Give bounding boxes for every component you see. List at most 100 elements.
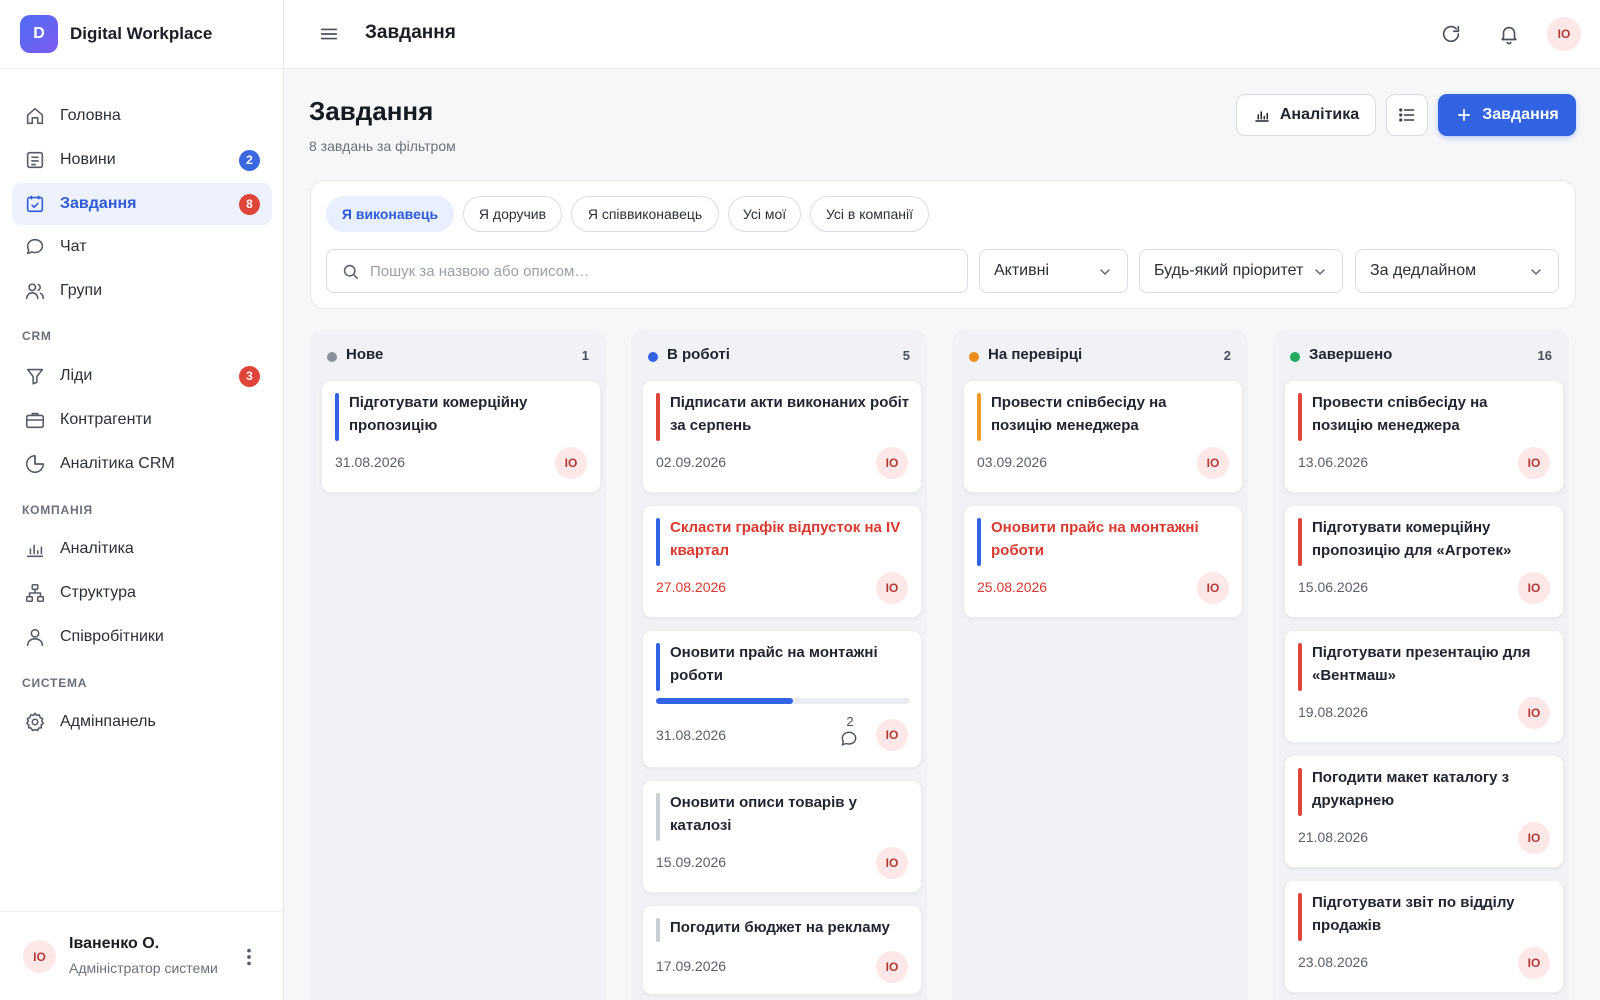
task-card[interactable]: Оновити описи товарів у каталозі 15.09.2… (642, 780, 922, 893)
task-card[interactable]: Провести співбесіду на позицію менеджера… (1284, 380, 1564, 493)
filter-chip-co-assignee[interactable]: Я співвиконавець (571, 196, 719, 232)
structure-icon (24, 582, 46, 604)
tasks-count-badge: 8 (239, 193, 260, 215)
news-count-badge: 2 (239, 149, 260, 171)
avatar: ІО (876, 951, 908, 983)
search-icon (341, 262, 360, 281)
task-deadline: 02.09.2026 (656, 454, 727, 470)
topbar-title: Завдання (365, 22, 456, 43)
priority-bar (1298, 518, 1302, 566)
progress-fill (656, 698, 794, 704)
priority-bar (656, 793, 660, 841)
status-dot (1290, 352, 1300, 362)
bell-icon[interactable] (1498, 23, 1520, 45)
search-input[interactable] (370, 262, 950, 280)
task-deadline: 19.08.2026 (1298, 704, 1369, 720)
avatar: ІО (1518, 822, 1550, 854)
priority-bar (1298, 393, 1302, 441)
column-count: 1 (581, 348, 589, 363)
sidebar-item-employees[interactable]: Співробітники (12, 616, 272, 658)
chevron-down-icon (1528, 264, 1544, 280)
brand-logo: D (20, 15, 58, 53)
sidebar-item-structure[interactable]: Структура (12, 572, 272, 614)
brand-name: Digital Workplace (70, 24, 213, 43)
section-company: КОМПАНІЯ (22, 503, 93, 517)
task-deadline: 15.06.2026 (1298, 579, 1369, 595)
avatar: ІО (876, 719, 908, 751)
filter-chip-all-company[interactable]: Усі в компанії (810, 196, 929, 232)
section-system: СИСТЕМА (22, 676, 88, 690)
task-title: Скласти графік відпусток на IV квартал (670, 519, 901, 559)
task-deadline: 15.09.2026 (656, 854, 727, 870)
sidebar-item-label: Чат (60, 238, 87, 255)
task-card[interactable]: Погодити макет каталогу з друкарнею 21.0… (1284, 755, 1564, 868)
task-card[interactable]: Погодити бюджет на рекламу 17.09.2026 ІО (642, 905, 922, 995)
sidebar-item-contractors[interactable]: Контрагенти (12, 399, 272, 441)
task-card[interactable]: Підготувати комерційну пропозицію для «А… (1284, 505, 1564, 618)
task-title: Підготувати звіт по відділу продажів (1312, 894, 1515, 934)
avatar: ІО (1518, 447, 1550, 479)
more-vertical-icon[interactable] (238, 946, 260, 968)
avatar: ІО (876, 572, 908, 604)
sidebar-item-crm-analytics[interactable]: Аналітика CRM (12, 443, 272, 485)
view-toggle-button[interactable] (1386, 94, 1428, 136)
tasks-icon (24, 193, 46, 215)
task-card[interactable]: Підготувати комерційну пропозицію 31.08.… (321, 380, 601, 493)
task-deadline: 31.08.2026 (335, 454, 406, 470)
filter-chip-all-mine[interactable]: Усі мої (728, 196, 801, 232)
task-deadline: 13.06.2026 (1298, 454, 1369, 470)
task-card[interactable]: Оновити прайс на монтажні роботи 25.08.2… (963, 505, 1243, 618)
column-title: На перевірці (988, 346, 1083, 363)
sidebar-item-label: Новини (60, 151, 116, 168)
filter-chip-assigned-by-me[interactable]: Я доручив (463, 196, 562, 232)
sidebar-item-admin[interactable]: Адмінпанель (12, 701, 272, 743)
task-card[interactable]: Підготувати презентацію для «Вентмаш» 19… (1284, 630, 1564, 743)
refresh-icon[interactable] (1440, 23, 1462, 45)
task-card[interactable]: Скласти графік відпусток на IV квартал 2… (642, 505, 922, 618)
task-card[interactable]: Оновити прайс на монтажні роботи 31.08.2… (642, 630, 922, 768)
filter-chip-assignee[interactable]: Я виконавець (326, 196, 454, 232)
column-new: Нове 1 Підготувати комерційну пропозицію… (310, 330, 606, 1000)
task-card[interactable]: Підписати акти виконаних робіт за серпен… (642, 380, 922, 493)
analytics-button[interactable]: Аналітика (1236, 94, 1376, 136)
column-header: На перевірці 2 (952, 330, 1248, 374)
brand[interactable]: D Digital Workplace (0, 0, 283, 69)
column-header: В роботі 5 (631, 330, 927, 374)
priority-select[interactable]: Будь-який пріоритет (1139, 249, 1343, 293)
priority-bar (656, 393, 660, 441)
task-title: Оновити описи товарів у каталозі (670, 794, 857, 834)
column-header: Нове 1 (310, 330, 606, 374)
sidebar-item-leads[interactable]: Ліди 3 (12, 355, 272, 397)
task-deadline: 25.08.2026 (977, 579, 1048, 595)
sidebar-item-tasks[interactable]: Завдання 8 (12, 183, 272, 225)
task-card[interactable]: Підготувати звіт по відділу продажів 23.… (1284, 880, 1564, 993)
chevron-down-icon (1097, 264, 1113, 280)
task-card[interactable]: Провести співбесіду на позицію менеджера… (963, 380, 1243, 493)
column-title: В роботі (667, 346, 730, 363)
priority-select-value: Будь-який пріоритет (1154, 262, 1304, 279)
sidebar-item-chat[interactable]: Чат (12, 226, 272, 268)
progress-bar (656, 698, 910, 704)
chevron-down-icon (1312, 264, 1328, 280)
comments-indicator[interactable]: 2 (839, 714, 861, 749)
new-task-button[interactable]: Завдання (1438, 94, 1576, 136)
sidebar-item-label: Аналітика (60, 540, 134, 557)
status-select-value: Активні (994, 262, 1050, 279)
plus-icon (1455, 106, 1473, 124)
bar-chart-icon (24, 538, 46, 560)
avatar[interactable]: ІО (23, 940, 56, 973)
sidebar-item-analytics[interactable]: Аналітика (12, 528, 272, 570)
user-role: Адміністратор системи (69, 960, 218, 976)
menu-icon[interactable] (318, 23, 340, 45)
status-select[interactable]: Активні (979, 249, 1128, 293)
sidebar-item-news[interactable]: Новини 2 (12, 139, 272, 181)
sidebar-item-groups[interactable]: Групи (12, 270, 272, 312)
task-title: Провести співбесіду на позицію менеджера (1312, 394, 1488, 434)
priority-bar (656, 643, 660, 691)
sidebar-item-home[interactable]: Головна (12, 95, 272, 137)
column-title: Нове (346, 346, 384, 363)
avatar[interactable]: ІО (1547, 17, 1581, 51)
sidebar-item-label: Групи (60, 282, 103, 299)
avatar: ІО (876, 847, 908, 879)
sort-select[interactable]: За дедлайном (1355, 249, 1559, 293)
